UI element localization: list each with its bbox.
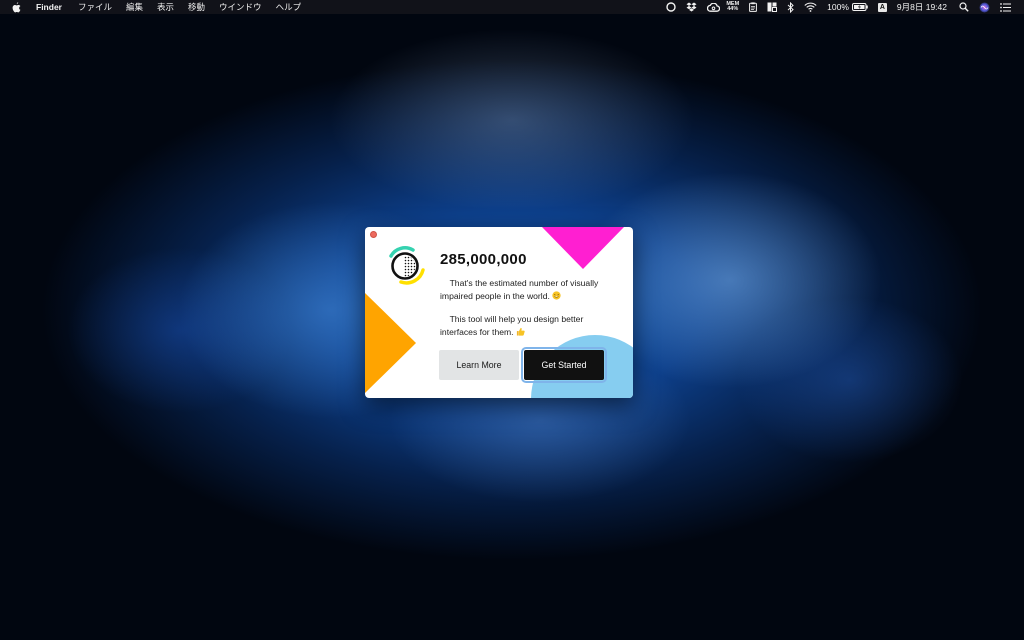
learn-more-button[interactable]: Learn More xyxy=(439,350,519,380)
notification-center-icon[interactable] xyxy=(1000,2,1011,12)
close-window-button[interactable] xyxy=(370,231,377,238)
bluetooth-icon[interactable] xyxy=(787,1,794,13)
get-started-button[interactable]: Get Started xyxy=(521,347,607,383)
menu-bar: Finder ファイル 編集 表示 移動 ウインドウ ヘルプ MEM 44% 1… xyxy=(0,0,1024,14)
magenta-triangle-shape xyxy=(542,227,624,269)
dialog-headline: 285,000,000 xyxy=(440,251,527,268)
intro-paragraph: That's the estimated number of visually … xyxy=(440,277,620,302)
input-source-indicator[interactable]: A xyxy=(877,2,887,12)
menu-window[interactable]: ウインドウ xyxy=(219,1,262,13)
intro-paragraph-text: That's the estimated number of visually … xyxy=(440,278,599,301)
wifi-icon[interactable] xyxy=(804,2,817,12)
spotlight-search-icon[interactable] xyxy=(959,2,969,12)
orange-triangle-shape xyxy=(365,293,416,393)
thumbs-up-emoji-icon xyxy=(516,327,525,336)
purpose-paragraph-text: This tool will help you design better in… xyxy=(440,314,584,337)
menu-clock[interactable]: 9月8日 19:42 xyxy=(897,1,947,13)
memory-value: 44% xyxy=(727,6,739,12)
memory-meter[interactable]: MEM 44% xyxy=(726,1,739,13)
menu-file[interactable]: ファイル xyxy=(78,1,112,13)
menu-view[interactable]: 表示 xyxy=(157,1,174,13)
siri-icon[interactable] xyxy=(979,2,990,13)
battery-icon[interactable] xyxy=(851,3,868,11)
menu-app-finder[interactable]: Finder xyxy=(36,2,62,12)
menu-edit[interactable]: 編集 xyxy=(126,1,143,13)
menu-go[interactable]: 移動 xyxy=(188,1,205,13)
clipboard-icon[interactable] xyxy=(749,2,758,12)
battery-percent[interactable]: 100% xyxy=(827,2,849,12)
circle-app-icon[interactable] xyxy=(666,2,677,12)
grid-layout-icon[interactable] xyxy=(767,2,778,12)
creative-cloud-icon[interactable] xyxy=(707,2,721,12)
apple-logo-icon[interactable] xyxy=(12,1,22,13)
face-emoji-icon xyxy=(552,290,561,300)
dropbox-icon[interactable] xyxy=(686,2,697,12)
app-logo-icon xyxy=(389,246,425,285)
menu-help[interactable]: ヘルプ xyxy=(276,1,302,13)
welcome-dialog: 285,000,000 That's the estimated number … xyxy=(365,227,633,398)
purpose-paragraph: This tool will help you design better in… xyxy=(440,313,620,338)
